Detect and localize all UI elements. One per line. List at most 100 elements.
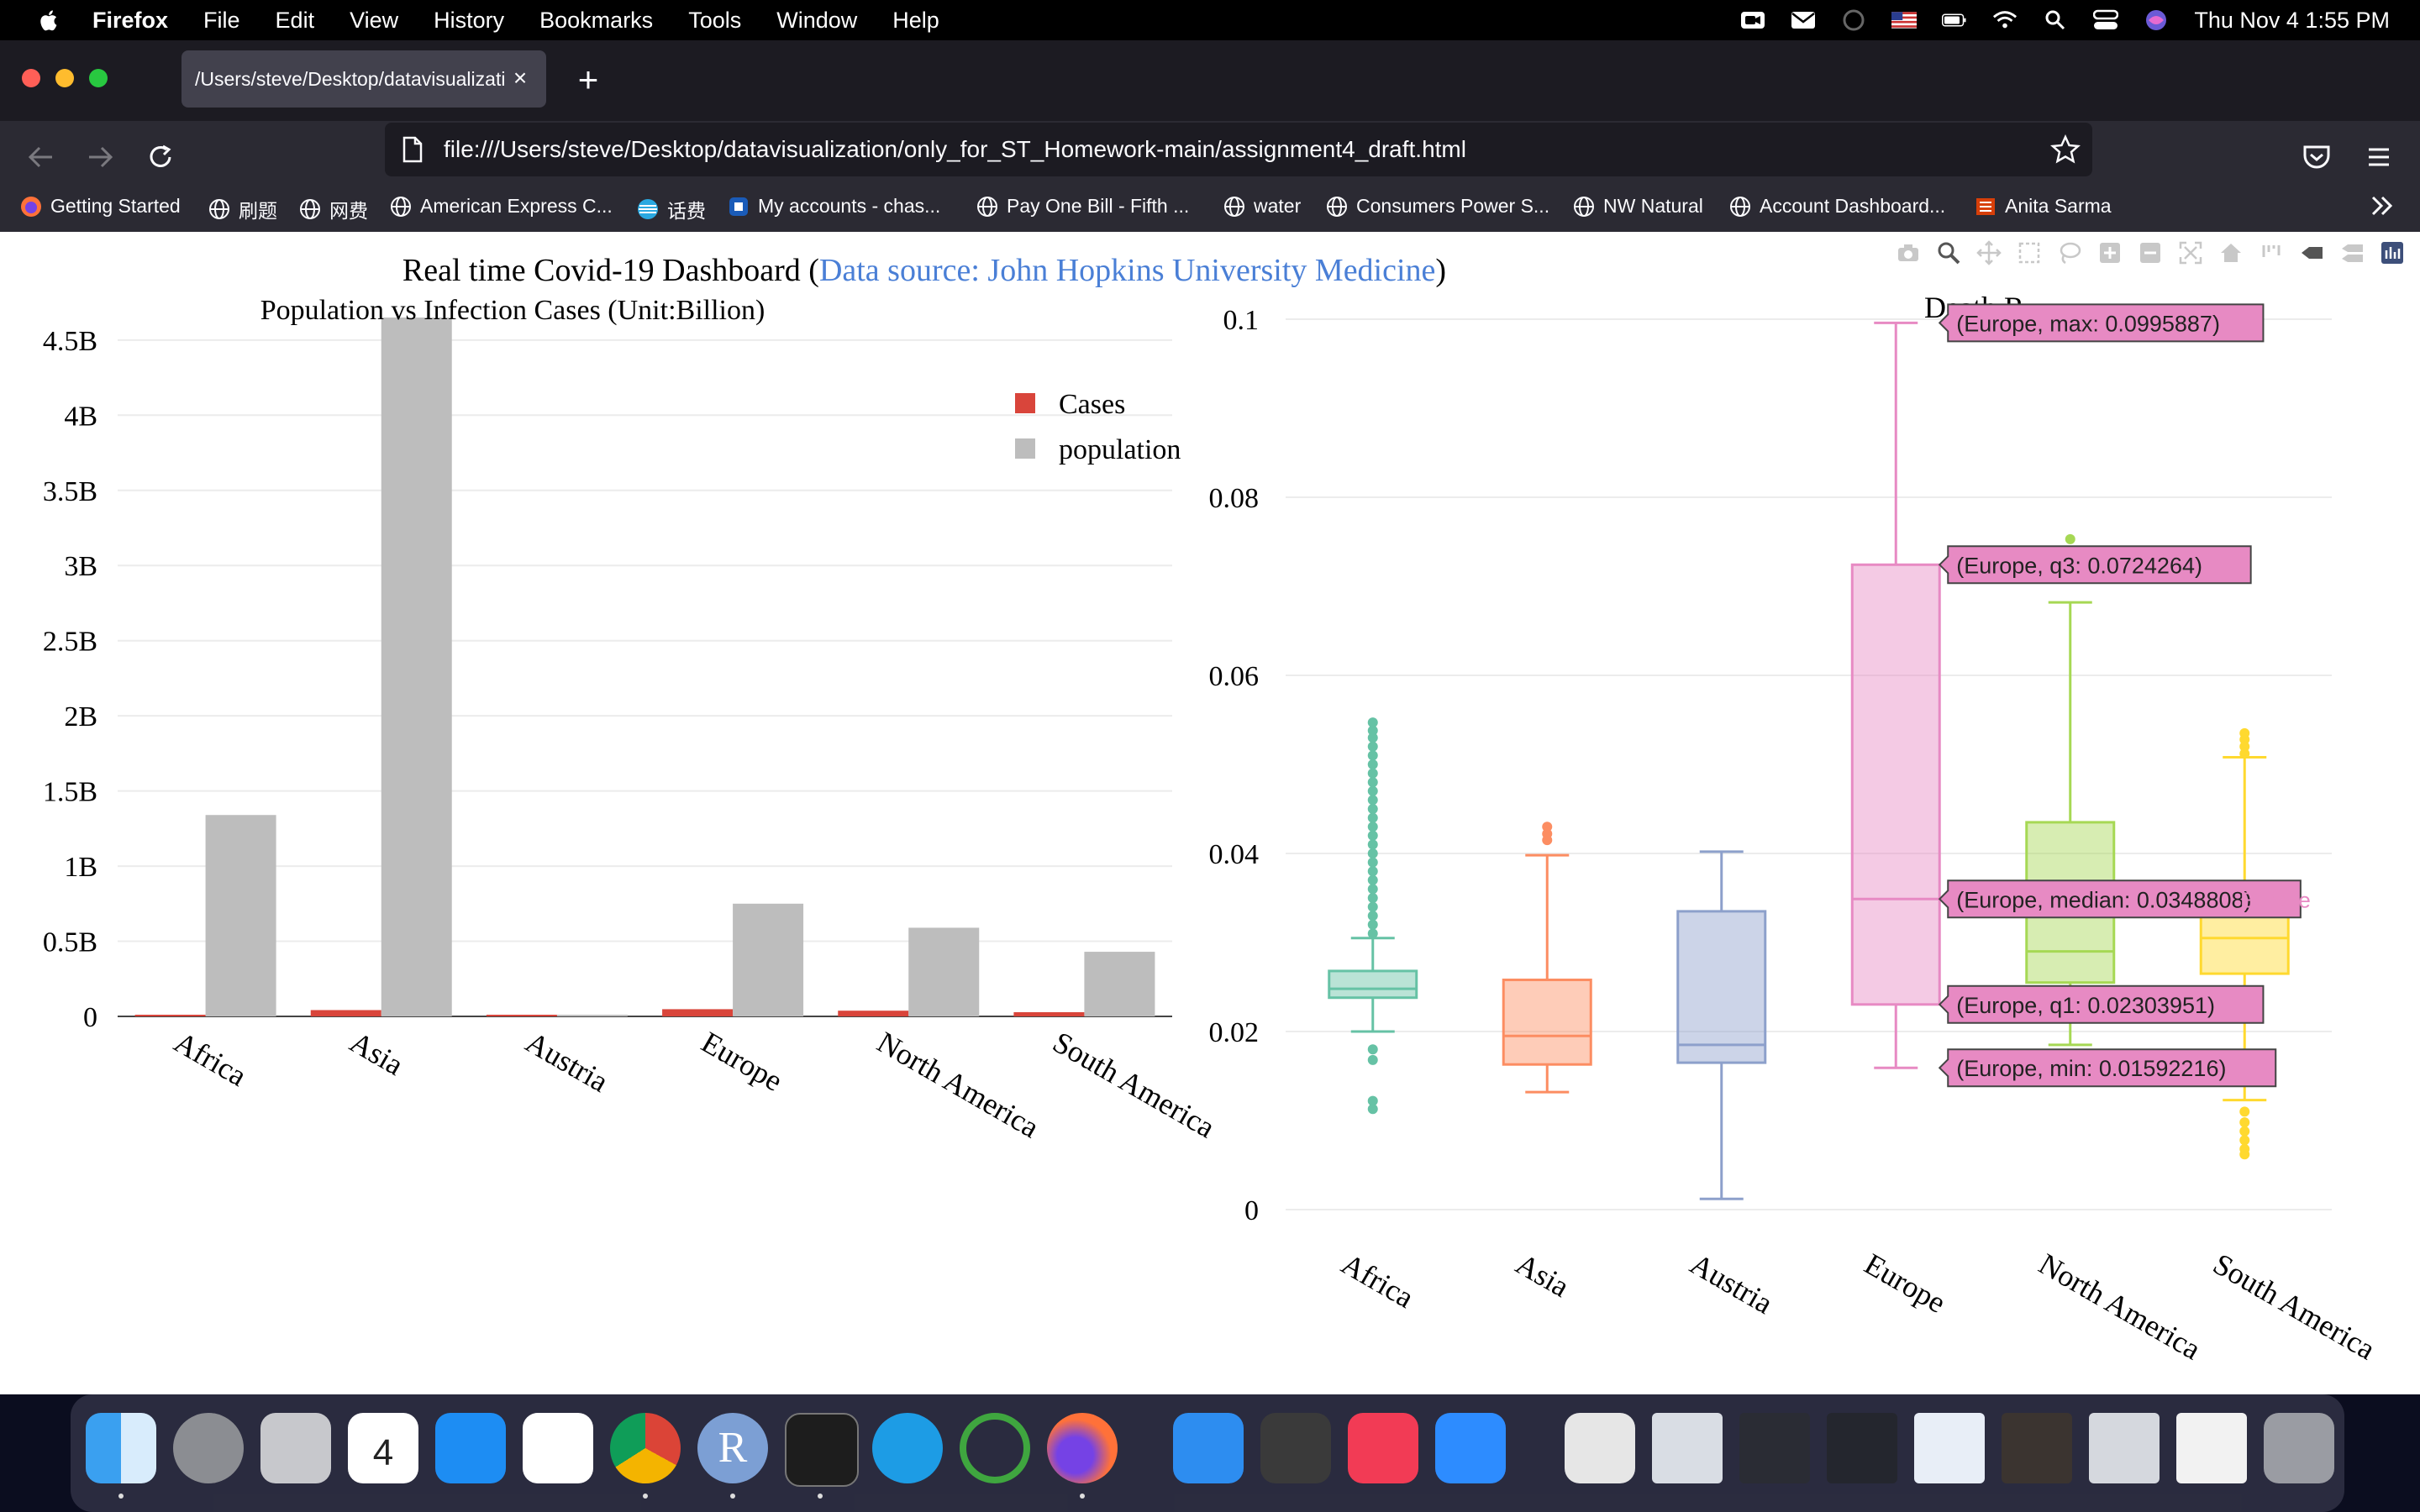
legend-label-population: population xyxy=(1059,434,1181,465)
box-outlier-point-africa xyxy=(1367,911,1378,921)
box-x-tick-label: North America xyxy=(2033,1247,2207,1366)
box-outlier-point-asia xyxy=(1542,822,1553,832)
wifi-icon[interactable] xyxy=(1992,8,2018,33)
hover-label-text-max: (Europe, max: 0.0995887) xyxy=(1956,311,2220,336)
dock-r-icon[interactable]: R xyxy=(697,1413,768,1483)
new-tab-button[interactable]: + xyxy=(571,62,605,97)
menu-view[interactable]: View xyxy=(350,8,398,34)
bookmark-huafei[interactable]: 话费 xyxy=(637,195,706,223)
dock-window-thumbnail-1[interactable] xyxy=(1652,1413,1723,1483)
menu-window[interactable]: Window xyxy=(776,8,857,34)
tab-close-icon[interactable]: × xyxy=(508,66,533,91)
pocket-button[interactable] xyxy=(2296,136,2338,178)
bookmark-anita-sarma[interactable]: Anita Sarma xyxy=(1975,195,2112,218)
control-center-icon[interactable] xyxy=(2093,8,2119,33)
dock-launchpad-icon[interactable] xyxy=(260,1413,331,1483)
dock-sublime-icon[interactable] xyxy=(1260,1413,1331,1483)
menu-edit[interactable]: Edit xyxy=(276,8,315,34)
forward-button[interactable] xyxy=(79,136,121,178)
window-close-button[interactable] xyxy=(22,69,40,87)
dock-calendar-icon[interactable]: 4 xyxy=(348,1413,418,1483)
bookmark-nw-natural[interactable]: NW Natural xyxy=(1573,195,1703,218)
bookmark-label: Pay One Bill - Fifth ... xyxy=(1007,195,1190,217)
menu-bookmarks[interactable]: Bookmarks xyxy=(539,8,653,34)
dock-music-icon[interactable] xyxy=(1348,1413,1418,1483)
camera-status-icon[interactable] xyxy=(1740,8,1765,33)
bookmark-chase-accounts[interactable]: My accounts - chas... xyxy=(728,195,940,218)
box-outlier-point-south-america xyxy=(2239,1126,2250,1137)
siri-icon[interactable] xyxy=(2144,8,2169,33)
box-outlier-point-africa xyxy=(1367,741,1378,752)
dock-system-preferences-icon[interactable] xyxy=(173,1413,244,1483)
app-menu-button[interactable] xyxy=(2358,136,2400,178)
mail-status-icon[interactable] xyxy=(1791,8,1816,33)
bar-y-tick-label: 0 xyxy=(83,1002,97,1033)
back-button[interactable] xyxy=(20,136,62,178)
reload-button[interactable] xyxy=(139,136,182,178)
bookmark-label: My accounts - chas... xyxy=(758,195,941,217)
dock-window-thumbnail-6[interactable] xyxy=(2089,1413,2160,1483)
dock-trash-icon[interactable] xyxy=(2264,1413,2334,1483)
box-outlier-point-south-america xyxy=(2239,1135,2250,1146)
dock-window-thumbnail-5[interactable] xyxy=(2002,1413,2072,1483)
bookmark-label: water xyxy=(1254,195,1302,217)
dock-window-thumbnail-7[interactable] xyxy=(2176,1413,2247,1483)
bookmark-account-dashboard[interactable]: Account Dashboard... xyxy=(1729,195,1945,218)
window-minimize-button[interactable] xyxy=(55,69,74,87)
box-iqr-europe xyxy=(1850,563,1941,1006)
box-outlier-point-africa xyxy=(1367,919,1378,930)
app-menu-firefox[interactable]: Firefox xyxy=(92,8,168,34)
box-x-tick-label: Austria xyxy=(1685,1247,1779,1320)
menu-tools[interactable]: Tools xyxy=(688,8,741,34)
bookmark-wangfei[interactable]: 网费 xyxy=(299,195,368,223)
dock-zoom-icon[interactable] xyxy=(1435,1413,1506,1483)
box-outlier-point-africa xyxy=(1367,1044,1378,1055)
window-zoom-button[interactable] xyxy=(89,69,108,87)
bookmarks-overflow-button[interactable] xyxy=(2370,195,2403,217)
bar-x-tick-label: South America xyxy=(1047,1025,1220,1144)
box-outlier-point-africa xyxy=(1367,893,1378,903)
url-bar[interactable]: file:///Users/steve/Desktop/datavisualiz… xyxy=(385,123,2092,176)
bookmark-water[interactable]: water xyxy=(1223,195,1301,218)
legend-label-cases: Cases xyxy=(1059,389,1125,420)
bookmark-star-icon[interactable] xyxy=(2050,134,2081,165)
plotly-chart-area[interactable]: 0 0.5B 1B 1.5B 2B 2.5B 3B 3.5B 4B 4.5B Africa Asia A… xyxy=(0,232,2420,1394)
bar-cases-europe xyxy=(662,1009,734,1016)
menu-history[interactable]: History xyxy=(434,8,504,34)
dock-app-store-icon[interactable] xyxy=(435,1413,506,1483)
menubar-clock[interactable]: Thu Nov 4 1:55 PM xyxy=(2194,8,2390,34)
box-outlier-point-africa xyxy=(1367,804,1378,814)
box-outlier-point-africa xyxy=(1367,848,1378,858)
bookmark-getting-started[interactable]: Getting Started xyxy=(20,195,181,218)
forward-arrow-icon xyxy=(89,146,113,168)
browser-tab-active[interactable]: /Users/steve/Desktop/datavisualizati × xyxy=(182,50,546,108)
bookmark-shuati[interactable]: 刷题 xyxy=(208,195,277,223)
battery-icon[interactable] xyxy=(1942,8,1967,33)
box-outlier-point-north-america xyxy=(2065,533,2075,544)
apple-menu-icon[interactable] xyxy=(37,8,62,33)
dock-skype-icon[interactable] xyxy=(872,1413,943,1483)
osu-logo-icon xyxy=(1976,197,1995,215)
dock-circleci-icon[interactable] xyxy=(960,1413,1030,1483)
dock-slack-icon[interactable] xyxy=(523,1413,593,1483)
menu-help[interactable]: Help xyxy=(892,8,939,34)
dock-chrome-icon[interactable] xyxy=(610,1413,681,1483)
dock-terminal-icon[interactable] xyxy=(785,1413,859,1487)
bar-cases-south-america xyxy=(1013,1011,1085,1016)
flag-us-icon[interactable] xyxy=(1891,8,1918,33)
dock-finder-icon[interactable] xyxy=(86,1413,156,1483)
bookmark-fifth-third[interactable]: Pay One Bill - Fifth ... xyxy=(976,195,1189,218)
dock-window-thumbnail-4[interactable] xyxy=(1914,1413,1985,1483)
spotlight-search-icon[interactable] xyxy=(2043,8,2068,33)
bookmark-american-express[interactable]: American Express C... xyxy=(390,195,613,218)
bar-y-tick-label: 1B xyxy=(64,852,97,883)
dock-window-thumbnail-2[interactable] xyxy=(1739,1413,1810,1483)
dock-mail-icon[interactable] xyxy=(1173,1413,1244,1483)
sync-status-icon[interactable] xyxy=(1841,8,1866,33)
dock-firefox-icon[interactable] xyxy=(1047,1413,1118,1483)
bar-y-tick-label: 4.5B xyxy=(43,326,97,357)
dock-documents-folder-icon[interactable] xyxy=(1565,1413,1635,1483)
bookmark-consumers-power[interactable]: Consumers Power S... xyxy=(1326,195,1549,218)
menu-file[interactable]: File xyxy=(203,8,240,34)
dock-window-thumbnail-3[interactable] xyxy=(1827,1413,1897,1483)
